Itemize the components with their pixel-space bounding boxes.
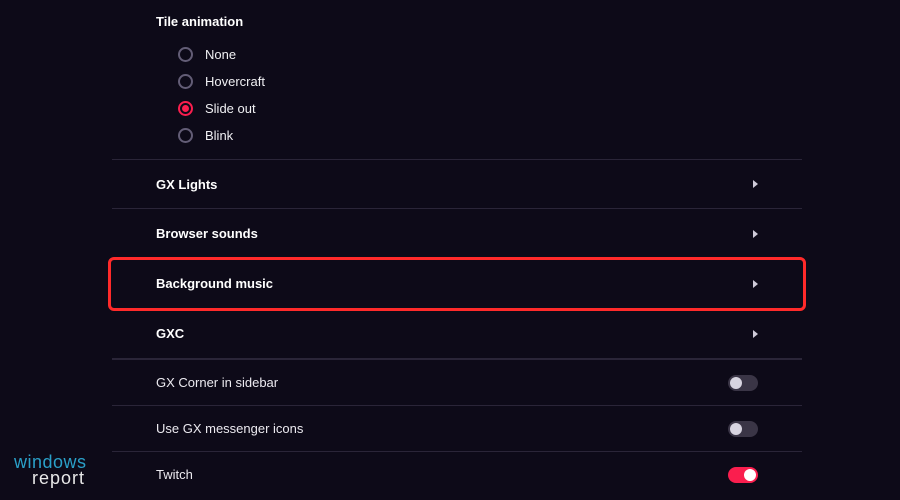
radio-label: Hovercraft xyxy=(205,74,265,89)
radio-label: Slide out xyxy=(205,101,256,116)
expand-row[interactable]: Browser sounds xyxy=(112,209,802,259)
radio-option[interactable]: Hovercraft xyxy=(156,68,758,95)
radio-icon xyxy=(178,101,193,116)
expand-row-label: GX Lights xyxy=(156,177,217,192)
radio-label: Blink xyxy=(205,128,233,143)
radio-icon xyxy=(178,74,193,89)
settings-panel: Tile animation None Hovercraft Slide out Bl… xyxy=(112,0,802,497)
toggle-row: Twitch xyxy=(112,451,802,497)
toggle-switch[interactable] xyxy=(728,467,758,483)
radio-icon xyxy=(178,47,193,62)
radio-label: None xyxy=(205,47,236,62)
toggle-label: GX Corner in sidebar xyxy=(156,375,278,390)
expand-row[interactable]: GXC xyxy=(112,309,802,359)
toggle-switch[interactable] xyxy=(728,375,758,391)
expand-row-label: Background music xyxy=(156,276,273,291)
watermark-line2: report xyxy=(32,470,87,486)
expand-row-label: Browser sounds xyxy=(156,226,258,241)
radio-icon xyxy=(178,128,193,143)
toggle-row: Use GX messenger icons xyxy=(112,405,802,451)
radio-option[interactable]: None xyxy=(156,41,758,68)
tile-animation-group: Tile animation None Hovercraft Slide out Bl… xyxy=(112,0,802,159)
chevron-right-icon xyxy=(753,280,758,288)
chevron-right-icon xyxy=(753,330,758,338)
radio-option[interactable]: Slide out xyxy=(156,95,758,122)
toggle-label: Twitch xyxy=(156,467,193,482)
expand-row[interactable]: GX Lights xyxy=(112,159,802,209)
expand-row[interactable]: Background music xyxy=(112,259,802,309)
toggle-switch[interactable] xyxy=(728,421,758,437)
radio-option[interactable]: Blink xyxy=(156,122,758,149)
toggle-row: GX Corner in sidebar xyxy=(112,359,802,405)
chevron-right-icon xyxy=(753,180,758,188)
chevron-right-icon xyxy=(753,230,758,238)
tile-animation-title: Tile animation xyxy=(156,14,758,29)
toggle-label: Use GX messenger icons xyxy=(156,421,303,436)
watermark: windows report xyxy=(14,454,87,486)
expand-row-label: GXC xyxy=(156,326,184,341)
